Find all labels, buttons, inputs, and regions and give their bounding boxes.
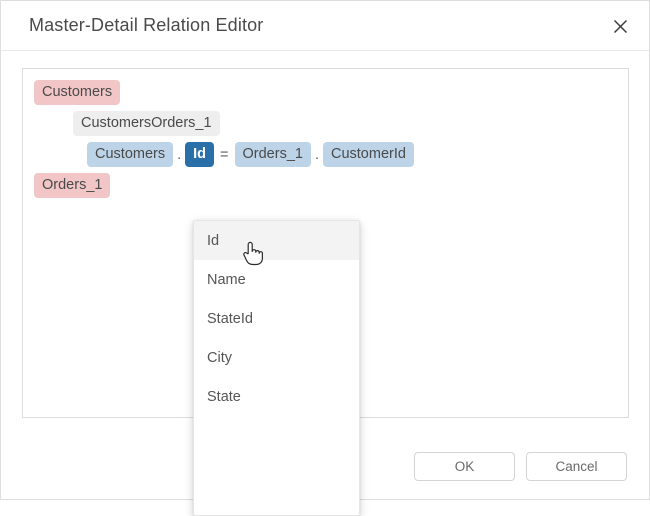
dropdown-item-label: Name: [207, 272, 246, 288]
join-condition-row: Customers . Id = Orders_1 . CustomerId: [87, 142, 414, 167]
close-button[interactable]: [603, 9, 637, 43]
dialog-footer: OK Cancel: [414, 452, 627, 481]
master-table-row: Customers: [34, 80, 120, 105]
dropdown-item-id[interactable]: Id: [194, 221, 359, 260]
join-right-dot-separator: .: [311, 147, 323, 163]
close-icon: [612, 18, 629, 35]
dropdown-item-name[interactable]: Name: [194, 260, 359, 299]
dialog-titlebar: Master-Detail Relation Editor: [1, 1, 649, 51]
relation-name-chip[interactable]: CustomersOrders_1: [73, 111, 220, 136]
dropdown-item-label: State: [207, 389, 241, 405]
join-right-table-chip[interactable]: Orders_1: [235, 142, 311, 167]
dialog-body: Customers CustomersOrders_1 Customers . …: [1, 51, 649, 499]
dialog-title: Master-Detail Relation Editor: [29, 15, 263, 36]
join-right-field-chip[interactable]: CustomerId: [323, 142, 414, 167]
dropdown-item-label: City: [207, 350, 232, 366]
dropdown-item-city[interactable]: City: [194, 338, 359, 377]
dropdown-item-label: StateId: [207, 311, 253, 327]
detail-table-chip[interactable]: Orders_1: [34, 173, 110, 198]
dropdown-item-label: Id: [207, 233, 219, 249]
join-left-field-chip[interactable]: Id: [185, 142, 214, 167]
master-table-chip[interactable]: Customers: [34, 80, 120, 105]
cancel-button[interactable]: Cancel: [526, 452, 627, 481]
join-left-dot-separator: .: [173, 147, 185, 163]
detail-table-row: Orders_1: [34, 173, 110, 198]
join-equals-operator: =: [214, 147, 234, 163]
field-picker-dropdown[interactable]: Id Name StateId City State: [193, 220, 360, 516]
join-left-table-chip[interactable]: Customers: [87, 142, 173, 167]
dropdown-item-stateid[interactable]: StateId: [194, 299, 359, 338]
dropdown-item-state[interactable]: State: [194, 377, 359, 416]
relation-name-row: CustomersOrders_1: [73, 111, 220, 136]
ok-button[interactable]: OK: [414, 452, 515, 481]
master-detail-relation-editor-dialog: Master-Detail Relation Editor Customers …: [0, 0, 650, 500]
